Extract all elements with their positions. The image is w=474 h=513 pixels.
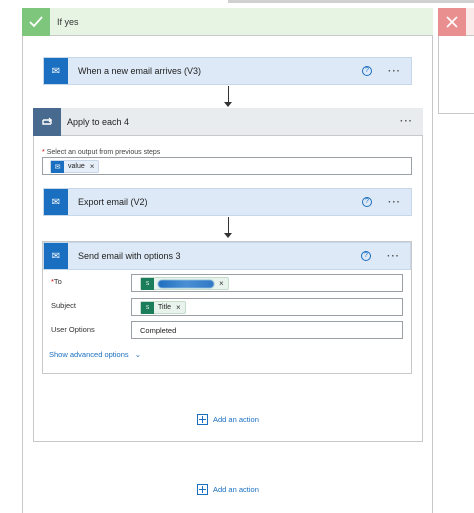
- flow-arrow-head: [224, 102, 232, 107]
- to-token[interactable]: S ×: [140, 277, 229, 290]
- sharepoint-icon: S: [141, 301, 154, 314]
- add-action-outer-label: Add an action: [213, 485, 259, 494]
- subject-field[interactable]: S Title ×: [131, 298, 403, 316]
- select-output-text: Select an output from previous steps: [46, 149, 161, 156]
- more-icon[interactable]: ···: [388, 197, 401, 208]
- add-action-icon: [197, 414, 208, 425]
- outlook-icon: ✉: [44, 189, 68, 215]
- apply-to-each-header[interactable]: Apply to each 4 ···: [33, 107, 423, 136]
- trigger-title: When a new email arrives (V3): [78, 66, 202, 76]
- to-label: *To: [51, 277, 62, 286]
- subject-token-label: Title: [158, 304, 171, 311]
- flow-arrow-head: [224, 233, 232, 238]
- user-options-label: User Options: [51, 325, 95, 334]
- sharepoint-icon: S: [141, 277, 154, 290]
- help-icon[interactable]: ?: [362, 197, 372, 207]
- outlook-icon: ✉: [44, 58, 68, 84]
- loop-icon: [33, 107, 61, 136]
- value-token[interactable]: ✉ value ×: [50, 160, 100, 173]
- redacted-recipient: [158, 279, 214, 288]
- outlook-icon: ✉: [44, 243, 68, 269]
- select-output-field[interactable]: ✉ value ×: [42, 157, 412, 175]
- help-icon[interactable]: ?: [361, 251, 371, 261]
- subject-label: Subject: [51, 301, 77, 310]
- add-action-inner-label: Add an action: [213, 415, 259, 424]
- show-advanced-options-link[interactable]: Show advanced options ⌄: [49, 350, 141, 359]
- add-action-icon: [197, 484, 208, 495]
- send-email-title: Send email with options 3: [78, 251, 181, 261]
- adjacent-container-edge: [228, 0, 474, 3]
- subject-token[interactable]: S Title ×: [140, 301, 186, 314]
- add-action-outer[interactable]: Add an action: [197, 484, 259, 495]
- close-icon[interactable]: ×: [176, 303, 181, 312]
- to-field[interactable]: S ×: [131, 274, 403, 292]
- to-label-text: To: [53, 277, 62, 286]
- show-advanced-text: Show advanced options: [49, 350, 129, 359]
- flow-arrow-line: [228, 217, 229, 234]
- close-icon: [438, 8, 466, 36]
- more-icon[interactable]: ···: [388, 66, 401, 77]
- help-icon[interactable]: ?: [362, 66, 372, 76]
- if-yes-header[interactable]: [22, 8, 433, 36]
- if-yes-label: If yes: [57, 17, 79, 27]
- required-mark: *: [42, 149, 45, 156]
- more-icon[interactable]: ···: [387, 251, 400, 262]
- close-icon[interactable]: ×: [219, 279, 224, 288]
- close-icon[interactable]: ×: [90, 162, 95, 171]
- more-icon[interactable]: ···: [400, 116, 413, 127]
- apply-to-each-title: Apply to each 4: [67, 116, 130, 127]
- export-email-title: Export email (V2): [78, 197, 148, 207]
- flow-arrow-line: [228, 86, 229, 103]
- trigger-card[interactable]: ✉ When a new email arrives (V3) ? ···: [43, 57, 412, 85]
- export-email-card[interactable]: ✉ Export email (V2) ? ···: [43, 188, 412, 216]
- user-options-field[interactable]: Completed: [131, 321, 403, 339]
- add-action-inner[interactable]: Add an action: [197, 414, 259, 425]
- chevron-down-icon: ⌄: [134, 350, 142, 359]
- outlook-icon: ✉: [51, 160, 64, 173]
- send-email-header[interactable]: ✉ Send email with options 3 ? ···: [43, 242, 411, 270]
- if-no-header[interactable]: [466, 8, 474, 36]
- check-icon: [22, 8, 50, 36]
- value-token-label: value: [68, 163, 85, 170]
- select-output-label: * Select an output from previous steps: [42, 149, 160, 156]
